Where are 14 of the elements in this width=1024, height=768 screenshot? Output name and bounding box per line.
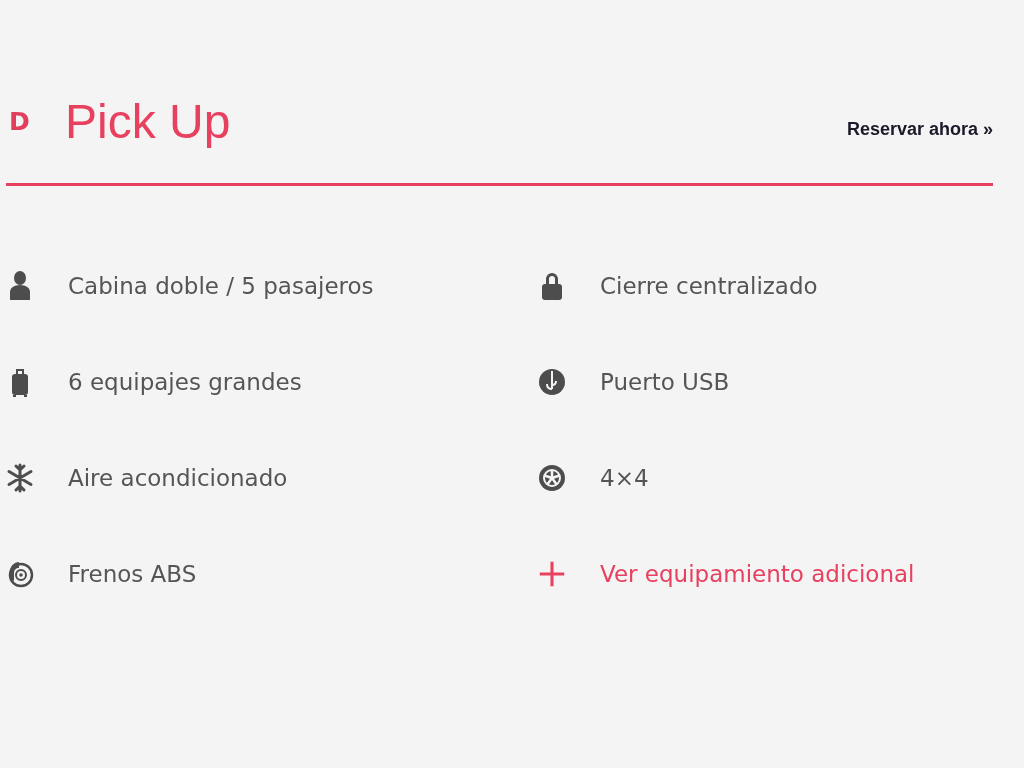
feature-label: Puerto USB: [600, 369, 730, 395]
feature-label: Cierre centralizado: [600, 273, 818, 299]
brand-letter: D: [9, 106, 31, 136]
wheel-icon: [538, 462, 566, 494]
feature-label: 6 equipajes grandes: [68, 369, 302, 395]
feature-label: Cabina doble / 5 pasajeros: [68, 273, 374, 299]
feature-label: Frenos ABS: [68, 561, 197, 587]
feature-label: 4×4: [600, 465, 649, 491]
reserve-link[interactable]: Reservar ahora »: [846, 118, 993, 140]
usb-icon: [538, 366, 566, 398]
feature-label: Aire acondicionado: [68, 465, 288, 491]
page-title: Pick Up: [65, 93, 232, 149]
snowflake-icon: [6, 462, 34, 494]
additional-equipment-link[interactable]: Ver equipamiento adicional: [600, 561, 915, 587]
